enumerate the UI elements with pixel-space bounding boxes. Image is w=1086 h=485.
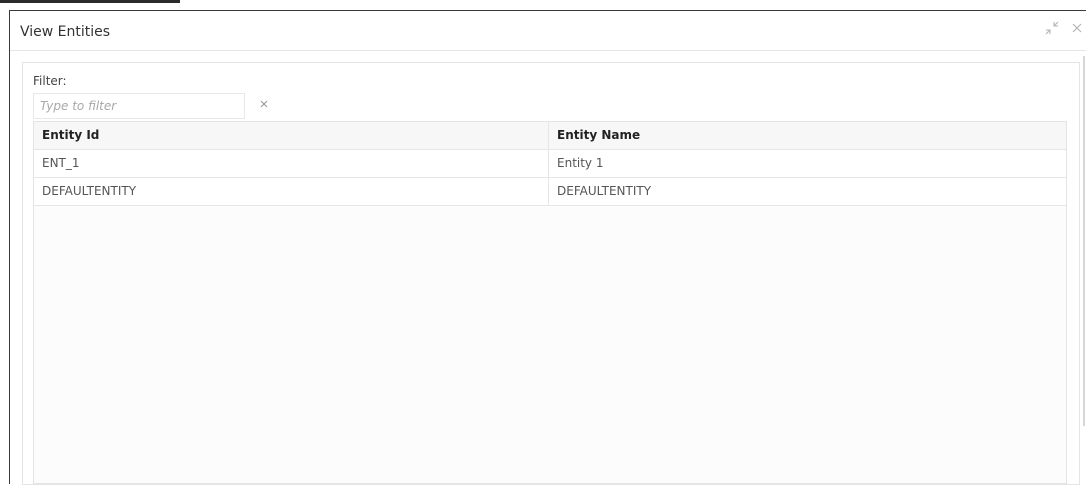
table-row[interactable]: DEFAULTENTITY DEFAULTENTITY <box>34 178 1066 206</box>
entities-table: Entity Id Entity Name ENT_1 Entity 1 DEF… <box>33 121 1067 484</box>
table-cell-entity-id: DEFAULTENTITY <box>42 184 137 198</box>
dialog-title: View Entities <box>20 24 111 40</box>
scrollbar[interactable] <box>1083 56 1085 426</box>
table-cell-entity-name: Entity 1 <box>548 150 1066 177</box>
table-header-row: Entity Id Entity Name <box>34 122 1066 150</box>
view-entities-dialog: View Entities Filter: Entity Id Entity N… <box>9 10 1086 485</box>
column-header-entity-id[interactable]: Entity Id <box>34 122 548 149</box>
top-accent-bar <box>0 0 180 3</box>
dialog-header: View Entities <box>10 11 1086 51</box>
table-cell-entity-id: ENT_1 <box>42 156 80 170</box>
top-strip <box>0 0 1086 10</box>
filter-label: Filter: <box>33 74 67 88</box>
table-cell-entity-name: DEFAULTENTITY <box>548 178 1066 205</box>
minimize-icon[interactable] <box>1043 21 1061 39</box>
content-panel: Filter: Entity Id Entity Name ENT_1 Enti… <box>22 62 1080 485</box>
column-header-entity-name[interactable]: Entity Name <box>548 122 1066 149</box>
filter-input[interactable] <box>33 93 245 119</box>
table-row[interactable]: ENT_1 Entity 1 <box>34 150 1066 178</box>
clear-filter-icon[interactable] <box>257 96 271 114</box>
close-x-icon <box>1072 23 1082 33</box>
close-icon[interactable] <box>1068 21 1086 39</box>
minimize-arrows-icon <box>1045 21 1059 35</box>
clear-x-icon <box>260 100 268 108</box>
